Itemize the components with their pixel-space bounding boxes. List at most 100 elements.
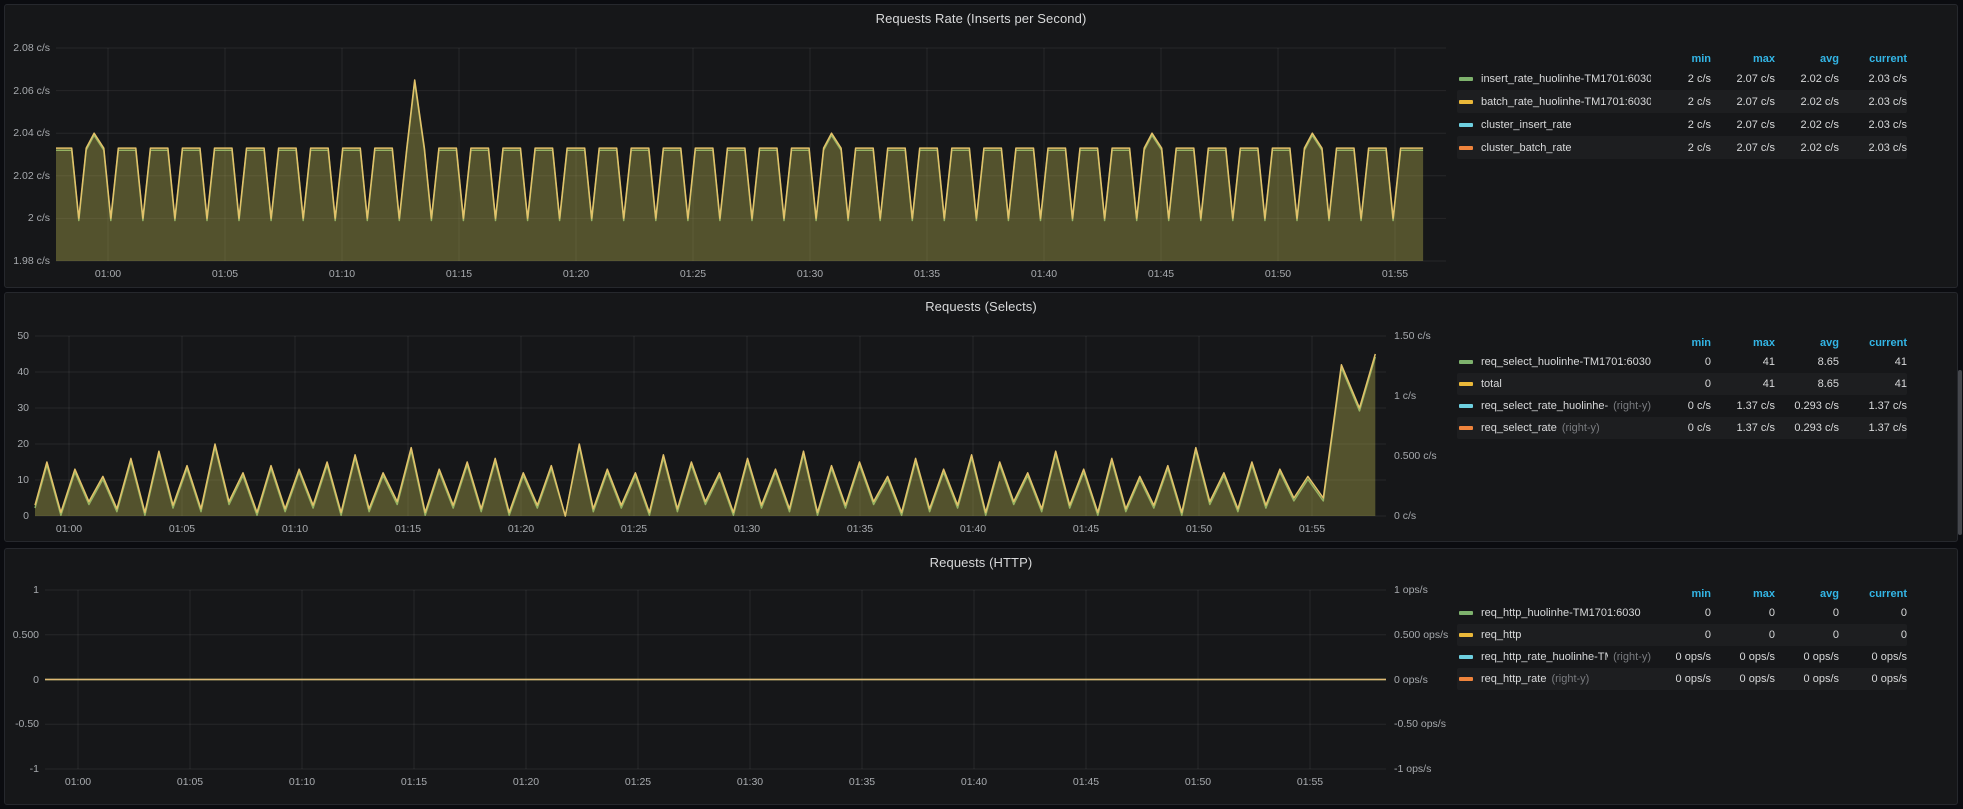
legend-value-current: 0 ops/s <box>1839 651 1907 663</box>
legend-value-current: 41 <box>1839 356 1907 368</box>
y-axis-tick-label: 20 <box>5 438 29 450</box>
legend-series-toggle[interactable]: req_http_rate_huolinhe-TM1701:6030 (right… <box>1457 651 1651 663</box>
legend-series-label: cluster_insert_rate <box>1481 119 1572 131</box>
y-axis-right-tick-label: 1 ops/s <box>1394 584 1428 596</box>
legend-series-toggle[interactable]: req_http_huolinhe-TM1701:6030 <box>1457 607 1651 619</box>
series-swatch-icon <box>1459 146 1473 150</box>
legend-series-toggle[interactable]: req_http_rate(right-y) <box>1457 673 1651 685</box>
legend-value-current: 2.03 c/s <box>1839 119 1907 131</box>
legend-table: minmaxavgcurrent req_select_huolinhe-TM17… <box>1457 335 1907 439</box>
x-axis-tick-label: 01:30 <box>717 523 777 535</box>
legend-value-min: 0 <box>1651 378 1711 390</box>
legend-value-min: 0 ops/s <box>1651 651 1711 663</box>
legend-value-min: 0 <box>1651 607 1711 619</box>
x-axis-tick-label: 01:25 <box>608 776 668 788</box>
legend-value-current: 1.37 c/s <box>1839 400 1907 412</box>
legend-value-min: 2 c/s <box>1651 96 1711 108</box>
x-axis-tick-label: 01:05 <box>195 268 255 280</box>
legend-value-min: 0 c/s <box>1651 400 1711 412</box>
legend-header-max[interactable]: max <box>1711 588 1775 600</box>
legend-series-toggle[interactable]: insert_rate_huolinhe-TM1701:6030 <box>1457 73 1651 85</box>
y-axis-tick-label: 2.08 c/s <box>5 42 50 54</box>
legend-row: req_http_rate_huolinhe-TM1701:6030 (right… <box>1457 646 1907 668</box>
legend-row: req_http0000 <box>1457 624 1907 646</box>
legend-header-current[interactable]: current <box>1839 53 1907 65</box>
legend-header-max[interactable]: max <box>1711 53 1775 65</box>
legend-series-toggle[interactable]: cluster_batch_rate <box>1457 142 1651 154</box>
legend-series-label: req_select_huolinhe-TM1701:6030 <box>1481 356 1651 368</box>
legend-series-toggle[interactable]: cluster_insert_rate <box>1457 119 1651 131</box>
legend-value-avg: 2.02 c/s <box>1775 142 1839 154</box>
legend-value-avg: 0 ops/s <box>1775 651 1839 663</box>
legend-series-label: req_http_rate <box>1481 673 1546 685</box>
legend-value-max: 0 ops/s <box>1711 651 1775 663</box>
legend-series-label: req_http_rate_huolinhe-TM1701:6030 <box>1481 651 1608 663</box>
x-axis-tick-label: 01:25 <box>663 268 723 280</box>
x-axis-tick-label: 01:35 <box>832 776 892 788</box>
series-swatch-icon <box>1459 677 1473 681</box>
scrollbar[interactable] <box>1958 370 1962 535</box>
x-axis-tick-label: 01:20 <box>491 523 551 535</box>
legend-row: batch_rate_huolinhe-TM1701:60302 c/s2.07… <box>1457 90 1907 113</box>
x-axis-tick-label: 01:40 <box>943 523 1003 535</box>
legend-series-toggle[interactable]: req_select_rate_huolinhe-TM1701:6030(rig… <box>1457 400 1651 412</box>
legend-series-toggle[interactable]: req_select_huolinhe-TM1701:6030 <box>1457 356 1651 368</box>
legend-value-max: 0 ops/s <box>1711 673 1775 685</box>
legend-header-min[interactable]: min <box>1651 588 1711 600</box>
legend-value-avg: 8.65 <box>1775 378 1839 390</box>
legend-value-max: 2.07 c/s <box>1711 73 1775 85</box>
legend-header-avg[interactable]: avg <box>1775 337 1839 349</box>
x-axis-tick-label: 01:35 <box>897 268 957 280</box>
x-axis-tick-label: 01:45 <box>1131 268 1191 280</box>
series-swatch-icon <box>1459 360 1473 364</box>
legend-value-min: 0 c/s <box>1651 422 1711 434</box>
legend-header-current[interactable]: current <box>1839 588 1907 600</box>
legend-value-current: 2.03 c/s <box>1839 73 1907 85</box>
legend-value-max: 2.07 c/s <box>1711 119 1775 131</box>
legend-value-avg: 2.02 c/s <box>1775 96 1839 108</box>
legend-header-min[interactable]: min <box>1651 337 1711 349</box>
legend-value-avg: 2.02 c/s <box>1775 73 1839 85</box>
y-axis-tick-label: 1.98 c/s <box>5 255 50 267</box>
legend-value-current: 2.03 c/s <box>1839 96 1907 108</box>
legend-header-current[interactable]: current <box>1839 337 1907 349</box>
legend-row: req_http_huolinhe-TM1701:60300000 <box>1457 602 1907 624</box>
x-axis-tick-label: 01:15 <box>429 268 489 280</box>
series-swatch-icon <box>1459 100 1473 104</box>
legend-header-row: minmaxavgcurrent <box>1457 586 1907 602</box>
legend-series-toggle[interactable]: total <box>1457 378 1651 390</box>
legend-value-current: 2.03 c/s <box>1839 142 1907 154</box>
y-axis-tick-label: -1 <box>5 763 39 775</box>
legend-header-max[interactable]: max <box>1711 337 1775 349</box>
x-axis-tick-label: 01:55 <box>1282 523 1342 535</box>
series-swatch-icon <box>1459 633 1473 637</box>
legend-header-min[interactable]: min <box>1651 53 1711 65</box>
legend-value-max: 41 <box>1711 378 1775 390</box>
legend-right-axis-tag: (right-y) <box>1562 422 1600 434</box>
legend-right-axis-tag: (right-y) <box>1613 651 1651 663</box>
y-axis-tick-label: 0 <box>5 510 29 522</box>
y-axis-right-tick-label: 0 c/s <box>1394 510 1416 522</box>
legend-right-axis-tag: (right-y) <box>1613 400 1651 412</box>
legend-value-min: 2 c/s <box>1651 73 1711 85</box>
y-axis-right-tick-label: 0.500 c/s <box>1394 450 1437 462</box>
x-axis-tick-label: 01:05 <box>160 776 220 788</box>
legend-value-min: 2 c/s <box>1651 142 1711 154</box>
legend-header-avg[interactable]: avg <box>1775 53 1839 65</box>
y-axis-tick-label: 2 c/s <box>5 212 50 224</box>
legend-row: cluster_insert_rate2 c/s2.07 c/s2.02 c/s… <box>1457 113 1907 136</box>
legend-header-avg[interactable]: avg <box>1775 588 1839 600</box>
legend-value-avg: 0 ops/s <box>1775 673 1839 685</box>
y-axis-right-tick-label: 1.50 c/s <box>1394 330 1431 342</box>
legend-row: insert_rate_huolinhe-TM1701:60302 c/s2.0… <box>1457 67 1907 90</box>
legend-series-toggle[interactable]: req_select_rate(right-y) <box>1457 422 1651 434</box>
legend-series-label: req_http <box>1481 629 1521 641</box>
legend-value-avg: 8.65 <box>1775 356 1839 368</box>
legend-value-current: 0 ops/s <box>1839 673 1907 685</box>
x-axis-tick-label: 01:55 <box>1280 776 1340 788</box>
y-axis-tick-label: 0 <box>5 674 39 686</box>
series-swatch-icon <box>1459 655 1473 659</box>
x-axis-tick-label: 01:50 <box>1248 268 1308 280</box>
legend-series-toggle[interactable]: batch_rate_huolinhe-TM1701:6030 <box>1457 96 1651 108</box>
legend-series-toggle[interactable]: req_http <box>1457 629 1651 641</box>
